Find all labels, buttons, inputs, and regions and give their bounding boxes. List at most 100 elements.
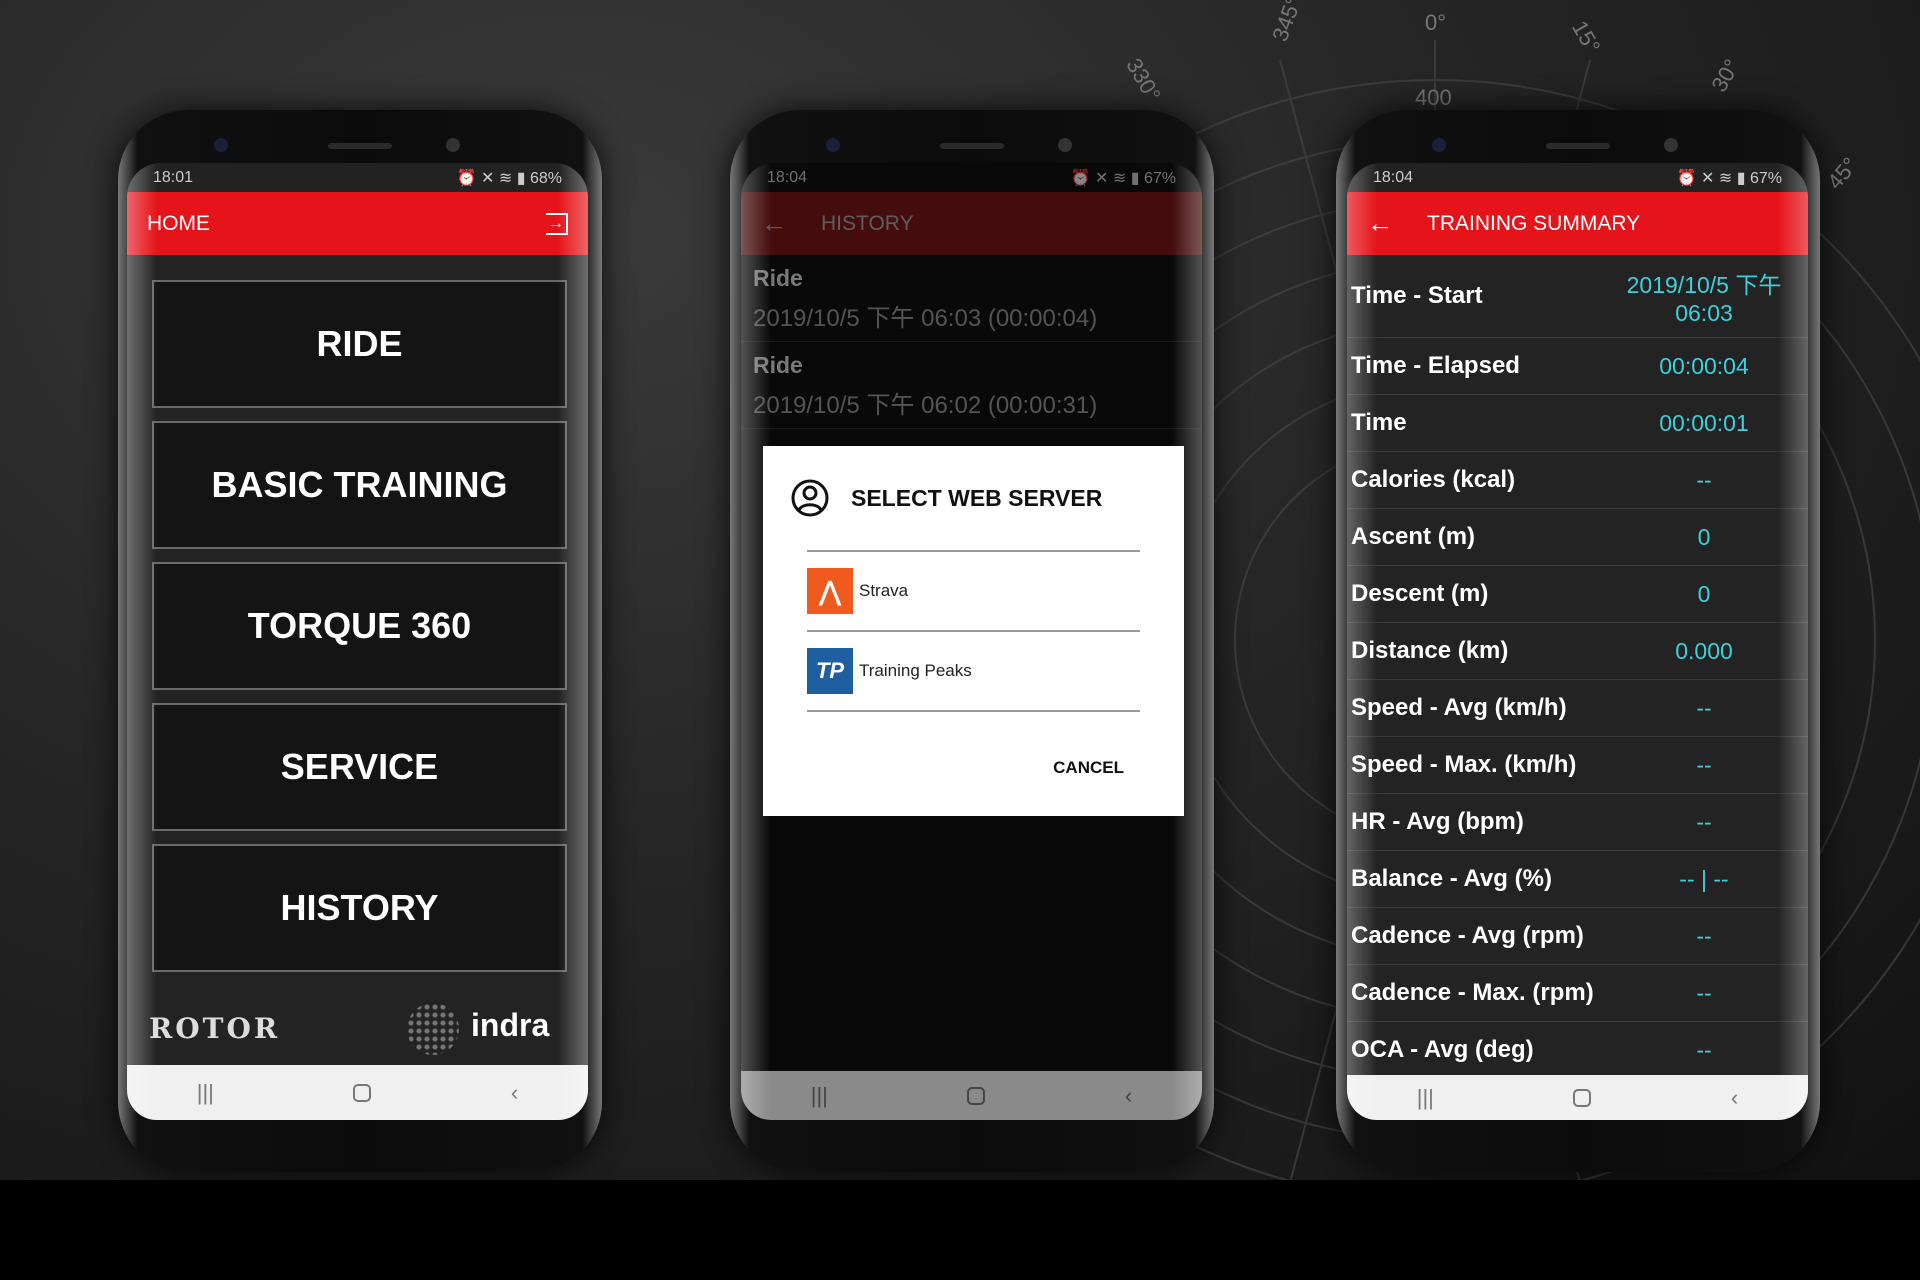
status-bar: 18:01 ⏰ ✕ ≋ ▮ 68% (127, 163, 588, 192)
summary-value: -- (1696, 694, 1712, 721)
history-item[interactable]: Ride 2019/10/5 下午 06:03 (00:00:04) (741, 255, 1202, 342)
status-time: 18:04 (1373, 168, 1414, 186)
account-icon (791, 479, 829, 517)
summary-list: Time - Start 2019/10/5 下午 06:03 Time - Ela… (1347, 255, 1808, 1079)
system-nav-bar: ||| ‹ (1347, 1075, 1808, 1120)
compass-label: 330° (1121, 54, 1165, 106)
strava-option[interactable]: ⋀ Strava (807, 552, 1140, 632)
cancel-button[interactable]: CANCEL (1053, 758, 1124, 778)
system-nav-bar: ||| ‹ (741, 1071, 1202, 1120)
select-web-server-dialog: SELECT WEB SERVER ⋀ Strava TP Training P… (763, 446, 1184, 816)
app-bar: HOME → (127, 192, 588, 255)
summary-screen: 18:04 ⏰ ✕ ≋ ▮ 67% ← TRAINING SUMMARY Tim… (1347, 163, 1808, 1120)
compass-label: 15° (1567, 16, 1605, 57)
summary-row: Cadence - Max. (rpm) -- (1347, 965, 1808, 1022)
back-arrow-icon[interactable]: ← (761, 208, 821, 239)
exit-icon[interactable]: → (546, 212, 568, 235)
summary-value: 0 (1697, 580, 1711, 607)
battery-level: 67% (1143, 169, 1176, 187)
strava-icon: ⋀ (807, 568, 853, 614)
summary-label: Time (1351, 409, 1407, 436)
summary-row: Distance (km) 0.000 (1347, 623, 1808, 680)
training-peaks-label: Training Peaks (859, 661, 972, 680)
recents-icon[interactable]: ||| (1417, 1085, 1434, 1111)
history-screen: 18:04 ⏰ ✕ ≋ ▮ 67% ← HISTORY Ride 2019/10… (741, 163, 1202, 1120)
speaker (940, 143, 1004, 149)
indra-logo: indra (471, 1007, 550, 1043)
home-icon[interactable] (1573, 1088, 1592, 1107)
compass-label: 45° (1822, 153, 1863, 195)
summary-label: Ascent (m) (1351, 523, 1476, 550)
page-title: HISTORY (821, 211, 914, 235)
summary-row: Time - Start 2019/10/5 下午 06:03 (1347, 255, 1808, 338)
system-nav-bar: ||| ‹ (127, 1065, 588, 1120)
summary-value: -- (1696, 979, 1712, 1006)
page-title: HOME (147, 211, 210, 235)
summary-label: Distance (km) (1351, 637, 1509, 664)
training-peaks-icon: TP (807, 648, 853, 694)
back-icon[interactable]: ‹ (511, 1080, 518, 1106)
summary-row: Cadence - Avg (rpm) -- (1347, 908, 1808, 965)
strava-label: Strava (859, 581, 909, 600)
back-icon[interactable]: ‹ (1731, 1085, 1738, 1111)
summary-row: Time 00:00:01 (1347, 395, 1808, 452)
back-arrow-icon[interactable]: ← (1367, 208, 1427, 239)
sensor (446, 138, 460, 152)
history-item-detail: 2019/10/5 下午 06:02 (00:00:31) (753, 392, 1098, 419)
torque-360-button[interactable]: TORQUE 360 (152, 562, 567, 690)
status-icons: ⏰ ✕ ≋ ▮ (1070, 169, 1144, 187)
speaker (1546, 143, 1610, 149)
summary-label: Speed - Avg (km/h) (1351, 694, 1567, 721)
ride-button[interactable]: RIDE (152, 280, 567, 408)
summary-row: Speed - Avg (km/h) -- (1347, 680, 1808, 737)
basic-training-button[interactable]: BASIC TRAINING (152, 421, 567, 549)
recents-icon[interactable]: ||| (811, 1083, 828, 1109)
summary-label: Time - Elapsed (1351, 352, 1520, 379)
summary-value: 00:00:04 (1659, 352, 1749, 379)
dialog-header: SELECT WEB SERVER (763, 446, 1184, 550)
service-button[interactable]: SERVICE (152, 703, 567, 831)
summary-row: Descent (m) 0 (1347, 566, 1808, 623)
summary-value: -- | -- (1679, 865, 1729, 892)
summary-value: -- (1696, 1036, 1712, 1063)
home-icon[interactable] (353, 1083, 372, 1102)
summary-label: HR - Avg (bpm) (1351, 808, 1524, 835)
history-item-type: Ride (753, 265, 803, 291)
status-icons: ⏰ ✕ ≋ ▮ (456, 169, 530, 187)
summary-value: -- (1696, 466, 1712, 493)
sensor (1664, 138, 1678, 152)
summary-value: -- (1696, 922, 1712, 949)
indra-logo-mark (407, 1003, 459, 1055)
camera (826, 138, 840, 152)
summary-value: -- (1696, 751, 1712, 778)
history-item[interactable]: Ride 2019/10/5 下午 06:02 (00:00:31) (741, 342, 1202, 429)
compass-label: 0° (1425, 10, 1446, 35)
sensor (1058, 138, 1072, 152)
compass-label: 30° (1706, 55, 1744, 96)
summary-label: Speed - Max. (km/h) (1351, 751, 1577, 778)
back-icon[interactable]: ‹ (1125, 1083, 1132, 1109)
summary-label: Descent (m) (1351, 580, 1489, 607)
recents-icon[interactable]: ||| (197, 1080, 214, 1106)
history-button[interactable]: HISTORY (152, 844, 567, 972)
page-title: TRAINING SUMMARY (1427, 211, 1641, 235)
compass-label: 345° (1267, 0, 1306, 45)
training-peaks-option[interactable]: TP Training Peaks (807, 632, 1140, 712)
battery-level: 67% (1749, 169, 1782, 187)
camera (1432, 138, 1446, 152)
app-bar: ← HISTORY (741, 192, 1202, 255)
summary-row: Ascent (m) 0 (1347, 509, 1808, 566)
summary-row: Time - Elapsed 00:00:04 (1347, 338, 1808, 395)
summary-value: 00:00:01 (1659, 409, 1749, 436)
status-icons: ⏰ ✕ ≋ ▮ (1676, 169, 1750, 187)
battery-level: 68% (529, 169, 562, 187)
home-screen: 18:01 ⏰ ✕ ≋ ▮ 68% HOME → RIDE BASIC TRAI… (127, 163, 588, 1120)
summary-label: OCA - Avg (deg) (1351, 1036, 1534, 1063)
home-icon[interactable] (967, 1086, 986, 1105)
status-bar: 18:04 ⏰ ✕ ≋ ▮ 67% (1347, 163, 1808, 192)
summary-value: 2019/10/5 下午 06:03 (1626, 271, 1782, 326)
compass-ring-label: 400 (1415, 85, 1452, 110)
summary-label: Cadence - Max. (rpm) (1351, 979, 1594, 1006)
history-item-detail: 2019/10/5 下午 06:03 (00:00:04) (753, 305, 1098, 332)
status-time: 18:01 (153, 168, 194, 186)
